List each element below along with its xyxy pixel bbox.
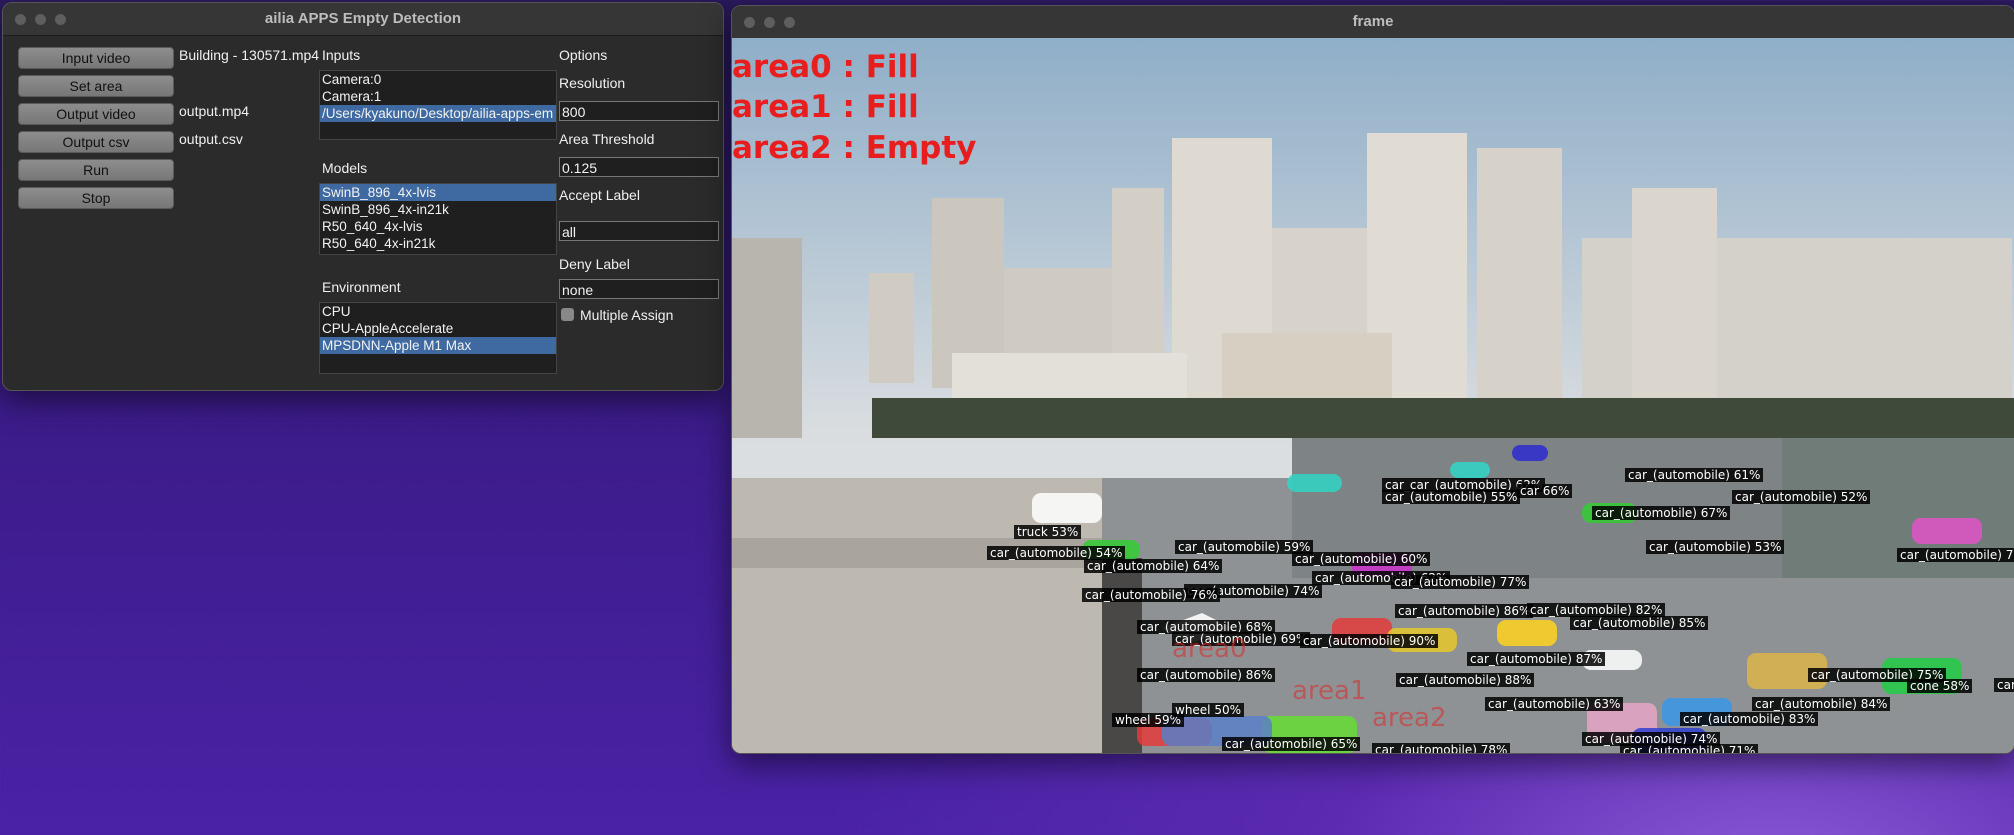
multiple-assign-checkbox[interactable] <box>561 308 574 321</box>
detection-label: car_(automobile) 86% <box>1395 604 1534 618</box>
detection-label: car_(automobile) 88% <box>1396 673 1535 687</box>
set-area-button[interactable]: Set area <box>18 75 174 97</box>
close-icon[interactable] <box>15 14 26 25</box>
frame-window: frame car_car_(automobile) 62% car_(auto… <box>731 5 2014 754</box>
detection-label: car_(automobile) 64% <box>1084 559 1223 573</box>
detection-label: car_(automobile) 78% <box>1372 743 1511 753</box>
detection-label: car_(automobile) 55% <box>1382 490 1521 504</box>
area-status: area2 : Empty <box>732 130 977 166</box>
area-status: area0 : Fill <box>732 49 919 85</box>
detection-label: car_(automobile) 83% <box>1680 712 1819 726</box>
output-csv-value: output.csv <box>179 131 243 147</box>
area-threshold-field[interactable]: 0.125 <box>559 157 719 177</box>
minimize-icon[interactable] <box>35 14 46 25</box>
list-item[interactable]: CPU <box>320 303 556 320</box>
video-frame: car_car_(automobile) 62% car_(automobile… <box>732 38 2014 753</box>
list-item[interactable]: CPU-AppleAccelerate <box>320 320 556 337</box>
window-title: frame <box>1352 13 1394 30</box>
accept-label-label: Accept Label <box>559 187 640 203</box>
detection-mask <box>1450 462 1490 478</box>
detection-label: car_(automobile) 54% <box>987 546 1126 560</box>
detection-mask <box>1912 518 1982 544</box>
detection-label: car_(automobile) 61% <box>1625 468 1764 482</box>
list-item[interactable]: Camera:0 <box>320 71 556 88</box>
detection-label: car_(automobile) 60% <box>1292 552 1431 566</box>
list-item[interactable]: R50_640_4x-lvis <box>320 218 556 235</box>
resolution-field[interactable]: 800 <box>559 101 719 121</box>
list-item[interactable]: MPSDNN-Apple M1 Max <box>320 337 556 354</box>
output-video-button[interactable]: Output video <box>18 103 174 125</box>
detection-label: car_(automobile) 82% <box>1527 603 1666 617</box>
detection-label: car_(automobile) 86% <box>1137 668 1276 682</box>
window-title: ailia APPS Empty Detection <box>264 10 462 27</box>
window-titlebar: frame <box>732 6 2014 39</box>
deny-label-label: Deny Label <box>559 256 630 272</box>
models-list[interactable]: SwinB_896_4x-lvis SwinB_896_4x-in21k R50… <box>319 183 557 255</box>
detection-label: car 66% <box>1517 484 1573 498</box>
multiple-assign-label: Multiple Assign <box>580 307 674 323</box>
run-button[interactable]: Run <box>18 159 174 181</box>
list-item[interactable]: SwinB_896_4x-lvis <box>320 184 556 201</box>
detection-label: car_(automobile) 52% <box>1732 490 1871 504</box>
detection-mask <box>1512 445 1548 461</box>
accept-label-field[interactable]: all <box>559 221 719 241</box>
options-heading: Options <box>559 47 608 63</box>
inputs-heading: Inputs <box>322 47 361 63</box>
zoom-icon[interactable] <box>55 14 66 25</box>
empty-detection-window: ailia APPS Empty Detection Input video S… <box>2 2 724 391</box>
window-controls <box>15 14 66 25</box>
output-video-value: output.mp4 <box>179 103 250 119</box>
models-heading: Models <box>322 160 368 176</box>
minimize-icon[interactable] <box>764 17 775 28</box>
area-status: area1 : Fill <box>732 89 919 125</box>
detection-label: car_(automobile) 65% <box>1222 737 1361 751</box>
detection-label: car_(automobile) 53% <box>1646 540 1785 554</box>
window-titlebar: ailia APPS Empty Detection <box>3 3 723 36</box>
inputs-list[interactable]: Camera:0 Camera:1 /Users/kyakuno/Desktop… <box>319 70 557 140</box>
detection-label: car_(automobile) 63% <box>1485 697 1624 711</box>
detection-label: car_(automobile) 76% <box>1082 588 1221 602</box>
resolution-label: Resolution <box>559 75 626 91</box>
detection-label: car_(automobile) 76% <box>1897 548 2014 562</box>
detection-mask <box>1287 474 1342 492</box>
input-video-button[interactable]: Input video <box>18 47 174 69</box>
list-item[interactable]: Camera:1 <box>320 88 556 105</box>
window-controls <box>744 17 795 28</box>
detection-mask <box>1497 620 1557 646</box>
area-marker: area1 <box>1292 676 1367 706</box>
detection-label: car_(automobile) 90% <box>1300 634 1439 648</box>
detection-label: truck 53% <box>1014 525 1082 539</box>
deny-label-field[interactable]: none <box>559 279 719 299</box>
detection-label: car_(automobile) 87% <box>1467 652 1606 666</box>
detection-label: car_(automobile) 71% <box>1620 744 1759 753</box>
detection-label: car_(automobile) 77% <box>1391 575 1530 589</box>
detection-label: car_(automobile) 67% <box>1592 506 1731 520</box>
list-item[interactable]: /Users/kyakuno/Desktop/ailia-apps-em <box>320 105 556 122</box>
environment-heading: Environment <box>322 279 401 295</box>
detection-mask <box>1032 493 1102 523</box>
area-marker: area0 <box>1172 634 1247 664</box>
list-item[interactable]: SwinB_896_4x-in21k <box>320 201 556 218</box>
detection-label: car_(automobile) 85% <box>1570 616 1709 630</box>
area-threshold-label: Area Threshold <box>559 131 655 147</box>
input-video-value: Building - 130571.mp4 <box>179 47 320 63</box>
list-item[interactable]: R50_640_4x-in21k <box>320 235 556 252</box>
zoom-icon[interactable] <box>784 17 795 28</box>
detection-label: wheel 50% <box>1172 703 1245 717</box>
close-icon[interactable] <box>744 17 755 28</box>
output-csv-button[interactable]: Output csv <box>18 131 174 153</box>
stop-button[interactable]: Stop <box>18 187 174 209</box>
detection-label: car_(automobile) 79% <box>1994 678 2014 692</box>
detection-label: cone 58% <box>1907 679 1973 693</box>
detection-label: car_(automobile) 84% <box>1752 697 1891 711</box>
area-marker: area2 <box>1372 703 1447 733</box>
environment-list[interactable]: CPU CPU-AppleAccelerate MPSDNN-Apple M1 … <box>319 302 557 374</box>
